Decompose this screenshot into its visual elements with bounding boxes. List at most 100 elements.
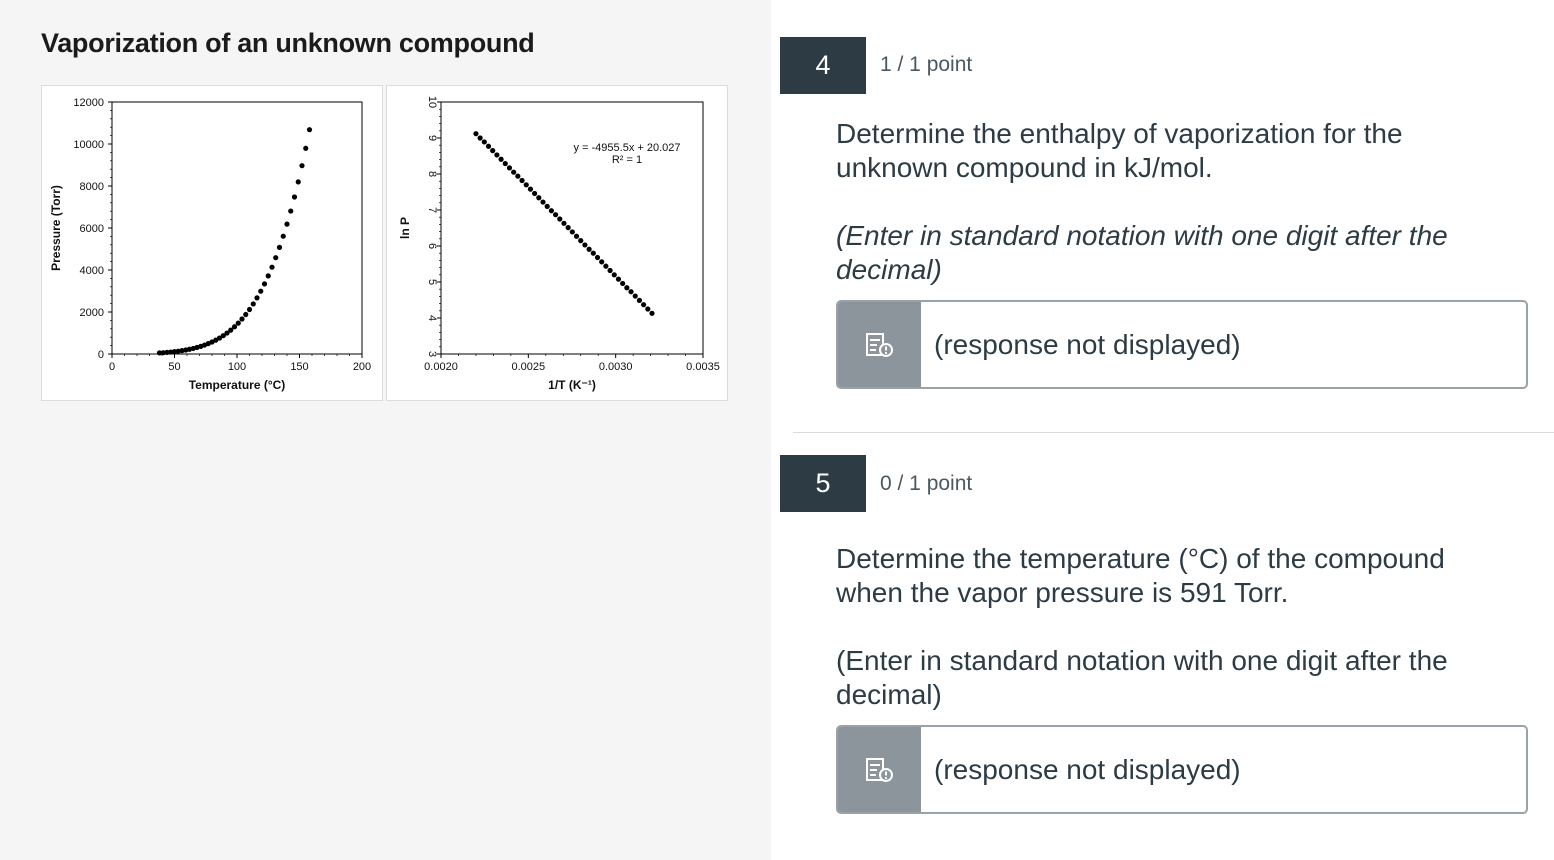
question-text: Determine the enthalpy of vaporization f… — [836, 117, 1496, 185]
y-axis-label: ln P — [398, 217, 412, 239]
data-point — [291, 194, 298, 200]
lnp-inverse-temperature-plot: 3 4 5 6 7 8 9 10 0.0020 0.0025 0.0030 0.0035 1/T (K⁻… — [398, 96, 720, 392]
response-hidden-icon — [838, 727, 921, 812]
x-tick-label: 200 — [353, 361, 371, 373]
data-point — [288, 208, 294, 214]
data-point — [624, 285, 630, 291]
x-tick-label: 0.0020 — [424, 361, 458, 373]
question-divider — [793, 432, 1554, 433]
y-tick-label: 9 — [426, 135, 438, 141]
question-text-line: Determine the temperature (°C) of the co… — [836, 543, 1445, 574]
question-hint-line: (Enter in standard notation with one dig… — [836, 645, 1448, 676]
data-point — [494, 152, 500, 158]
question-points: 1 / 1 point — [880, 53, 973, 76]
data-point — [611, 272, 617, 278]
trendline-equation: R² = 1 — [612, 154, 642, 166]
y-tick-label: 12000 — [73, 97, 104, 109]
question-hint-line: decimal) — [836, 679, 942, 710]
x-tick-label: 0.0025 — [512, 361, 546, 373]
y-tick-label: 5 — [426, 279, 438, 285]
y-tick-label: 8000 — [80, 181, 104, 193]
data-point — [561, 220, 567, 226]
x-tick-label: 150 — [290, 361, 308, 373]
y-tick-label: 4 — [426, 315, 438, 321]
data-point — [273, 255, 279, 261]
data-point — [544, 203, 550, 209]
y-tick-label: 10000 — [73, 139, 104, 151]
data-point — [548, 208, 554, 214]
data-point — [615, 276, 622, 282]
data-point — [603, 263, 609, 269]
questions-panel: 4 1 / 1 point Determine the enthalpy of … — [771, 0, 1554, 860]
data-point — [258, 288, 264, 294]
y-tick-label: 8 — [426, 171, 438, 177]
y-axis-label: Pressure (Torr) — [49, 185, 63, 271]
pressure-temperature-chart: 0 2000 4000 6000 8000 10000 12000 0 50 100 150 200 T… — [41, 85, 383, 401]
data-point — [519, 177, 525, 184]
data-point — [299, 163, 305, 169]
data-point — [239, 316, 245, 322]
x-tick-label: 0 — [109, 361, 115, 373]
data-point — [573, 233, 580, 239]
data-point — [628, 289, 634, 295]
data-point — [636, 297, 643, 303]
x-tick-label: 100 — [228, 361, 246, 373]
data-point — [284, 221, 290, 227]
data-point — [607, 267, 613, 274]
stimulus-panel: Vaporization of an unknown compound 0 200… — [0, 0, 771, 860]
stimulus-title: Vaporization of an unknown compound — [41, 28, 535, 58]
data-point — [569, 229, 575, 235]
data-point — [552, 212, 559, 218]
x-tick-label: 0.0030 — [599, 361, 633, 373]
lnp-inverse-temperature-chart: 3 4 5 6 7 8 9 10 0.0020 0.0025 0.0030 0.0035 1/T (K⁻… — [386, 85, 728, 401]
response-box: (response not displayed) — [836, 300, 1528, 389]
question-hint: (Enter in standard notation with one dig… — [836, 219, 1496, 287]
y-tick-label: 0 — [98, 349, 104, 361]
data-point — [594, 254, 601, 261]
data-point — [231, 324, 238, 330]
data-point — [649, 310, 655, 316]
data-point — [515, 173, 521, 179]
response-hidden-icon — [838, 302, 921, 387]
data-point — [557, 216, 563, 222]
y-tick-label: 4000 — [80, 265, 104, 277]
question-text-line: when the vapor pressure is 591 Torr. — [836, 577, 1289, 608]
data-point — [481, 139, 487, 145]
data-point — [641, 302, 647, 308]
data-point — [490, 148, 496, 154]
question-number: 5 — [780, 455, 866, 512]
data-point — [532, 190, 538, 197]
data-point — [527, 186, 534, 192]
response-text: (response not displayed) — [934, 753, 1241, 785]
data-point — [645, 306, 651, 312]
data-point — [295, 179, 301, 185]
y-tick-label: 10 — [426, 96, 438, 108]
x-axis-label: 1/T (K⁻¹) — [548, 378, 596, 392]
response-box: (response not displayed) — [836, 725, 1528, 814]
data-point — [303, 145, 309, 151]
data-point — [243, 311, 249, 318]
data-point — [261, 281, 268, 287]
x-tick-label: 0.0035 — [686, 361, 720, 373]
data-point — [620, 280, 626, 287]
y-tick-label: 3 — [426, 351, 438, 357]
question-hint-line: decimal) — [836, 254, 942, 285]
data-point — [246, 306, 253, 313]
response-text: (response not displayed) — [934, 328, 1241, 360]
data-point — [276, 244, 283, 250]
data-point — [250, 301, 256, 307]
data-point — [502, 160, 508, 167]
data-point — [582, 242, 588, 248]
data-point — [599, 259, 605, 265]
data-point — [235, 320, 241, 326]
data-point — [269, 264, 275, 270]
data-point — [523, 182, 529, 188]
data-point — [477, 135, 483, 141]
y-tick-label: 6 — [426, 243, 438, 249]
plot-frame — [111, 101, 363, 355]
data-point — [590, 250, 596, 256]
data-point — [540, 199, 546, 205]
question-number: 4 — [780, 37, 866, 94]
x-axis-label: Temperature (°C) — [189, 378, 286, 392]
y-tick-label: 2000 — [80, 307, 104, 319]
